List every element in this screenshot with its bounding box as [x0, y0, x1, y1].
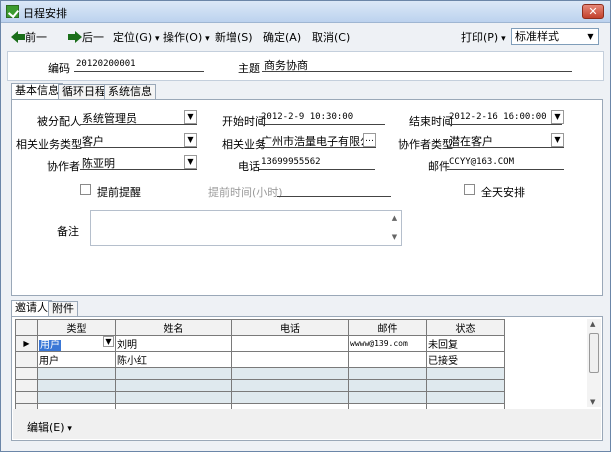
code-field[interactable]: 20120200001	[74, 57, 204, 72]
column-header-name[interactable]: 姓名	[115, 319, 232, 336]
new-button[interactable]: 新增(S)	[215, 30, 253, 46]
reminder-label: 提前提醒	[97, 186, 141, 199]
email-cell[interactable]	[348, 351, 427, 368]
email-field[interactable]: CCYY@163.COM	[447, 155, 564, 170]
assignee-label: 被分配人	[37, 115, 81, 128]
status-cell[interactable]: 已接受	[426, 351, 505, 368]
next-button[interactable]: 后一	[68, 30, 104, 46]
related-biz-field[interactable]: 广州市浩量电子有限公司 …	[259, 133, 376, 148]
type-cell-value: 用户	[39, 340, 61, 351]
row-header-corner	[15, 319, 38, 336]
title-bar[interactable]: 日程安排 ✕	[1, 1, 610, 23]
edit-menu[interactable]: 编辑(E)	[27, 419, 72, 435]
scrollbar-thumb[interactable]	[589, 333, 599, 373]
scroll-down-icon[interactable]: ▼	[390, 233, 399, 242]
tab-invitees[interactable]: 邀请人	[11, 300, 52, 317]
window-title: 日程安排	[23, 7, 67, 20]
related-type-select[interactable]: 客户	[80, 133, 197, 148]
status-cell[interactable]: 未回复	[426, 335, 505, 352]
grid-footer: 编辑(E)	[13, 409, 601, 439]
reminder-time-label: 提前时间(小时)	[208, 186, 283, 199]
tab-attachments[interactable]: 附件	[48, 301, 78, 317]
column-header-status[interactable]: 状态	[426, 319, 505, 336]
name-cell[interactable]: 刘明	[115, 335, 232, 352]
assignee-value: 系统管理员	[82, 112, 137, 125]
tab-system-info[interactable]: 系统信息	[104, 84, 156, 100]
locate-menu[interactable]: 定位(G)	[113, 30, 160, 46]
tab-recurring[interactable]: 循环日程	[58, 84, 110, 100]
print-menu[interactable]: 打印(P)	[461, 30, 506, 46]
collaborator-value: 陈亚明	[82, 157, 115, 170]
code-label: 编码	[48, 62, 70, 75]
chevron-down-icon[interactable]	[184, 155, 197, 169]
table-row[interactable]: 用户 陈小红 已接受	[15, 351, 505, 368]
assignee-select[interactable]: 系统管理员	[80, 110, 197, 125]
type-cell-editor[interactable]: 用户	[37, 335, 116, 352]
invitees-panel: 类型 姓名 电话 邮件 状态 ▶ 用户 刘明 wwww@139.com 未回复 …	[11, 316, 603, 441]
end-time-dropdown[interactable]	[551, 110, 564, 124]
column-header-email[interactable]: 邮件	[348, 319, 427, 336]
basic-info-panel: 被分配人 系统管理员 开始时间 2012-2-9 10:30:00 结束时间 2…	[11, 99, 603, 296]
arrow-right-icon	[68, 31, 82, 43]
operate-menu[interactable]: 操作(O)	[163, 30, 210, 46]
row-pointer-icon: ▶	[15, 335, 38, 352]
phone-cell[interactable]	[231, 351, 349, 368]
reminder-checkbox[interactable]	[80, 184, 91, 195]
remark-label: 备注	[57, 225, 79, 238]
chevron-down-icon[interactable]	[584, 30, 597, 43]
chevron-down-icon[interactable]	[184, 133, 197, 147]
subject-field[interactable]: 商务协商	[262, 57, 572, 72]
phone-label: 电话	[238, 160, 260, 173]
related-biz-value: 广州市浩量电子有限公司	[261, 135, 376, 148]
subject-label: 主题	[238, 62, 260, 75]
collab-type-label: 协作者类型	[398, 138, 453, 151]
header-panel: 编码 20120200001 主题 商务协商	[7, 51, 604, 81]
reminder-time-field[interactable]	[277, 182, 391, 197]
cancel-button[interactable]: 取消(C)	[312, 30, 350, 46]
collaborator-label: 协作者	[47, 160, 80, 173]
style-select[interactable]: 标准样式	[511, 28, 599, 45]
chevron-down-icon[interactable]	[103, 336, 114, 347]
arrow-left-icon	[11, 31, 25, 43]
start-time-field[interactable]: 2012-2-9 10:30:00	[259, 110, 385, 125]
empty-row	[15, 391, 505, 404]
app-icon	[6, 5, 19, 18]
ellipsis-icon[interactable]: …	[363, 133, 376, 147]
collaborator-select[interactable]: 陈亚明	[80, 155, 197, 170]
tab-basic-info[interactable]: 基本信息	[11, 83, 63, 100]
email-cell[interactable]: wwww@139.com	[348, 335, 427, 352]
type-cell[interactable]: 用户	[37, 351, 116, 368]
allday-label: 全天安排	[481, 186, 525, 199]
scroll-up-icon[interactable]: ▲	[390, 214, 399, 223]
scroll-down-icon[interactable]: ▼	[590, 398, 595, 406]
phone-field[interactable]: 13699955562	[259, 155, 375, 170]
toolbar: 前一 后一 定位(G) 操作(O) 新增(S) 确定(A) 取消(C) 打印(P…	[1, 24, 610, 50]
name-cell[interactable]: 陈小红	[115, 351, 232, 368]
chevron-down-icon[interactable]	[184, 110, 197, 124]
collab-type-value: 潜在客户	[449, 135, 493, 148]
column-header-phone[interactable]: 电话	[231, 319, 349, 336]
schedule-window: 日程安排 ✕ 前一 后一 定位(G) 操作(O) 新增(S) 确定(A) 取消(…	[0, 0, 611, 452]
empty-row	[15, 379, 505, 392]
ok-button[interactable]: 确定(A)	[263, 30, 301, 46]
scroll-up-icon[interactable]: ▲	[590, 320, 595, 328]
remark-textarea[interactable]: ▲ ▼	[90, 210, 402, 246]
chevron-down-icon[interactable]	[551, 133, 564, 147]
grid-scrollbar[interactable]: ▲ ▼	[587, 319, 601, 407]
empty-row	[15, 367, 505, 380]
phone-cell[interactable]	[231, 335, 349, 352]
related-type-value: 客户	[82, 135, 104, 148]
column-header-type[interactable]: 类型	[37, 319, 116, 336]
prev-button[interactable]: 前一	[11, 30, 47, 46]
table-row[interactable]: ▶ 用户 刘明 wwww@139.com 未回复	[15, 335, 505, 352]
end-time-field[interactable]: 2012-2-16 16:00:00	[447, 110, 562, 125]
row-header	[15, 351, 38, 368]
allday-checkbox[interactable]	[464, 184, 475, 195]
close-button[interactable]: ✕	[582, 4, 604, 19]
collab-type-select[interactable]: 潜在客户	[447, 133, 564, 148]
style-select-value: 标准样式	[515, 30, 559, 43]
related-type-label: 相关业务类型	[16, 138, 82, 151]
